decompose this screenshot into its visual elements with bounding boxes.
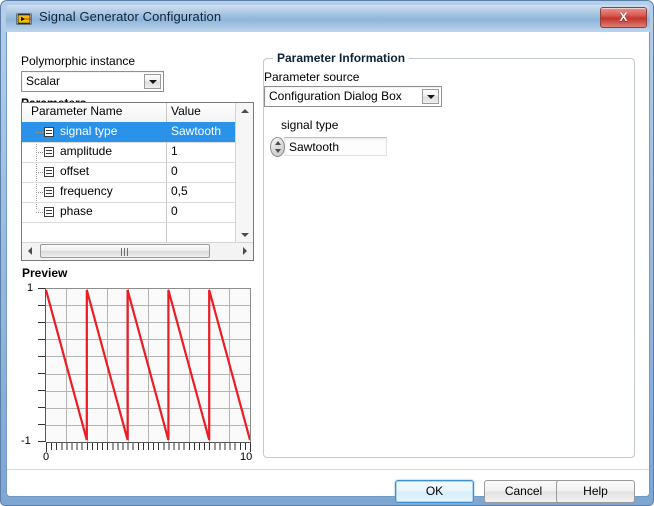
y-axis-tick-label-max: 1	[27, 282, 34, 294]
tree-node-icon[interactable]	[44, 187, 54, 197]
parameter-value: 0,5	[171, 184, 188, 198]
y-axis-tick-label-min: -1	[21, 435, 31, 447]
enum-spinner-icon[interactable]	[270, 137, 285, 157]
title-bar[interactable]: Signal Generator Configuration X	[6, 5, 650, 32]
parameter-source-label: Parameter source	[264, 70, 360, 84]
dialog-client-area: Polymorphic instance Scalar Parameters P…	[6, 32, 650, 503]
close-icon[interactable]: X	[600, 7, 647, 28]
parameter-value: Sawtooth	[171, 124, 222, 138]
button-bar-divider	[7, 469, 649, 470]
polymorphic-instance-label: Polymorphic instance	[21, 54, 136, 68]
table-row[interactable]: offset 0	[22, 162, 253, 183]
tree-connector-icon	[36, 132, 43, 133]
window-title: Signal Generator Configuration	[39, 9, 222, 24]
scroll-right-icon[interactable]	[237, 243, 253, 259]
tree-connector-icon	[36, 152, 43, 153]
help-button[interactable]: Help	[556, 480, 635, 503]
parameter-name: phase	[60, 204, 93, 218]
parameter-name: amplitude	[60, 144, 113, 158]
table-vertical-scrollbar[interactable]	[235, 103, 253, 243]
signal-type-enum-control[interactable]: Sawtooth	[270, 137, 390, 157]
x-axis-tick-label-min: 0	[43, 451, 50, 463]
labview-vi-icon	[16, 11, 32, 27]
preview-label: Preview	[22, 266, 68, 280]
spinner-up-icon[interactable]	[274, 141, 281, 145]
polymorphic-instance-value: Scalar	[26, 74, 61, 88]
cancel-button[interactable]: Cancel	[484, 480, 563, 503]
column-header-parameter-name: Parameter Name	[31, 104, 123, 118]
polymorphic-instance-dropdown[interactable]: Scalar	[21, 71, 164, 92]
table-row[interactable]: phase 0	[22, 202, 253, 223]
parameter-source-dropdown[interactable]: Configuration Dialog Box	[264, 86, 442, 107]
signal-type-control-label: signal type	[281, 118, 339, 132]
parameters-table[interactable]: Parameter Name Value signal type Sawtoot…	[21, 102, 254, 261]
y-axis	[45, 288, 46, 442]
ok-button[interactable]: OK	[395, 480, 474, 503]
scroll-down-icon[interactable]	[236, 227, 253, 243]
table-row-empty	[22, 222, 253, 243]
x-axis-minor-ticks	[46, 443, 251, 450]
parameter-information-title: Parameter Information	[273, 51, 410, 65]
table-horizontal-scrollbar[interactable]	[22, 242, 253, 260]
column-header-value: Value	[171, 104, 201, 118]
parameter-source-value: Configuration Dialog Box	[269, 89, 402, 103]
dialog-window: Signal Generator Configuration X Polymor…	[0, 0, 654, 506]
tree-connector-icon	[36, 212, 43, 213]
waveform-trace	[46, 289, 250, 441]
chevron-down-icon[interactable]	[422, 89, 439, 104]
table-row[interactable]: signal type Sawtooth	[22, 122, 253, 143]
parameter-value: 0	[171, 164, 178, 178]
table-row[interactable]: frequency 0,5	[22, 182, 253, 203]
parameter-name: frequency	[60, 184, 113, 198]
scroll-thumb[interactable]	[40, 244, 210, 258]
tree-node-icon[interactable]	[44, 207, 54, 217]
tree-node-icon[interactable]	[44, 127, 54, 137]
plot-area	[46, 288, 251, 442]
parameter-value: 0	[171, 204, 178, 218]
signal-type-enum-field[interactable]: Sawtooth	[284, 137, 387, 156]
table-row[interactable]: amplitude 1	[22, 142, 253, 163]
tree-connector-icon	[36, 192, 43, 193]
scroll-up-icon[interactable]	[236, 103, 253, 119]
tree-node-icon[interactable]	[44, 167, 54, 177]
tree-node-icon[interactable]	[44, 147, 54, 157]
chevron-down-icon[interactable]	[144, 74, 161, 89]
spinner-down-icon[interactable]	[274, 149, 281, 153]
tree-connector-icon	[36, 172, 43, 173]
x-axis-tick-label-max: 10	[240, 451, 253, 463]
grip-icon	[121, 248, 130, 256]
scroll-left-icon[interactable]	[22, 243, 38, 259]
signal-type-enum-value: Sawtooth	[289, 140, 340, 154]
parameter-name: offset	[60, 164, 90, 178]
table-header-row: Parameter Name Value	[22, 103, 253, 123]
parameter-name: signal type	[60, 124, 118, 138]
parameter-value: 1	[171, 144, 178, 158]
